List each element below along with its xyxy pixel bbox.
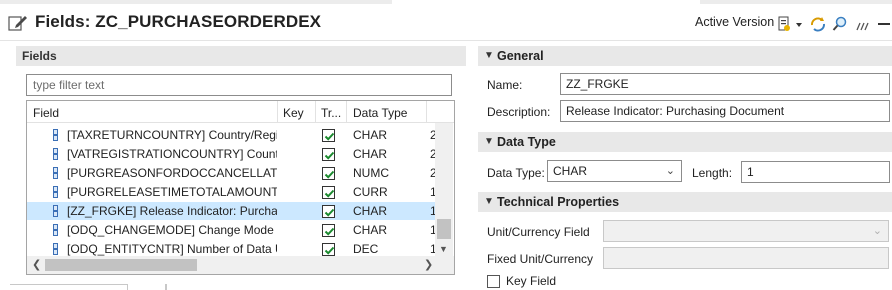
transient-checkbox[interactable]	[322, 129, 335, 142]
transient-checkbox[interactable]	[322, 205, 335, 218]
data-type-cell: DEC	[353, 242, 379, 256]
table-row[interactable]: [PURGRELEASETIMETOTALAMOUNT] To CURR 1	[27, 183, 437, 201]
data-type-cell: CHAR	[353, 223, 388, 237]
field-name-cell: [PURGRELEASETIMETOTALAMOUNT] To	[67, 185, 277, 199]
data-type-cell: CHAR	[353, 147, 388, 161]
transient-checkbox[interactable]	[322, 186, 335, 199]
activate-icon[interactable]	[776, 16, 792, 32]
scroll-right-icon[interactable]: ❯	[424, 258, 433, 271]
data-type-cell: NUMC	[353, 166, 389, 180]
key-field-checkbox[interactable]	[487, 275, 500, 288]
key-field-label: Key Field	[506, 274, 557, 288]
editor-title-bar: Fields: ZC_PURCHASEORDERDEX Active Versi…	[0, 4, 892, 40]
field-name-cell: [TAXRETURNCOUNTRY] Country/Regior	[67, 128, 277, 142]
fields-section-header: Fields	[16, 46, 466, 66]
collapse-general-icon[interactable]: ▼	[484, 50, 494, 61]
chevron-down-icon: ⌄	[872, 225, 882, 237]
length-label: Length:	[692, 166, 733, 180]
data-type-cell: CHAR	[353, 204, 388, 218]
chevron-down-icon[interactable]: ⌄	[666, 164, 675, 177]
more-icon[interactable]	[854, 16, 870, 32]
minimize-icon[interactable]	[876, 16, 892, 32]
dropdown-icon[interactable]	[794, 16, 804, 32]
horizontal-scroll-thumb[interactable]	[45, 259, 197, 271]
scroll-left-icon[interactable]: ❮	[32, 258, 41, 271]
scroll-down-icon[interactable]: ▼	[439, 244, 448, 254]
name-label: Name:	[487, 78, 523, 92]
length-field[interactable]: 1	[741, 161, 890, 183]
description-field[interactable]: Release Indicator: Purchasing Document	[560, 100, 890, 122]
name-field[interactable]: ZZ_FRGKE	[560, 73, 890, 95]
bottom-tab[interactable]	[10, 284, 128, 290]
field-icon	[53, 224, 58, 236]
table-row[interactable]: [TAXRETURNCOUNTRY] Country/Regior CHAR 2	[27, 126, 437, 144]
vertical-scroll-thumb[interactable]	[437, 219, 451, 239]
table-header: Field Key Tr... Data Type	[27, 101, 454, 123]
edit-fields-icon	[8, 16, 27, 31]
column-header-field[interactable]: Field	[33, 106, 59, 120]
field-icon	[53, 129, 58, 141]
description-label: Description:	[487, 105, 551, 119]
technical-section-header[interactable]: ▼ Technical Properties	[478, 192, 892, 212]
transient-checkbox[interactable]	[322, 243, 335, 256]
field-icon	[53, 148, 58, 160]
field-icon	[53, 186, 58, 198]
fields-section-title: Fields	[22, 49, 57, 63]
table-row[interactable]: [PURGREASONFORDOCCANCELLATION NUMC 2	[27, 164, 437, 182]
data-type-cell: CHAR	[353, 128, 388, 142]
transient-checkbox[interactable]	[322, 148, 335, 161]
data-type-cell: CURR	[353, 185, 388, 199]
fields-table: Field Key Tr... Data Type [TAXRETURNCOUN…	[26, 100, 455, 275]
title-separator	[0, 40, 892, 41]
transient-checkbox[interactable]	[322, 224, 335, 237]
horizontal-scrollbar[interactable]: ❮ ❯	[27, 256, 454, 274]
transient-checkbox[interactable]	[322, 167, 335, 180]
field-icon	[53, 205, 58, 217]
fixed-unit-label: Fixed Unit/Currency	[487, 252, 594, 266]
field-name-cell: [PURGREASONFORDOCCANCELLATION	[67, 166, 277, 180]
table-row[interactable]: [ZZ_FRGKE] Release Indicator: Purchasir C…	[27, 202, 437, 220]
data-type-label: Data Type:	[487, 166, 545, 180]
field-name-cell: [ZZ_FRGKE] Release Indicator: Purchasir	[67, 204, 277, 218]
table-row[interactable]: [VATREGISTRATIONCOUNTRY] Country/CHAR 2	[27, 145, 437, 163]
collapse-data-type-icon[interactable]: ▼	[484, 136, 494, 147]
refresh-icon[interactable]	[810, 16, 826, 32]
vertical-scrollbar[interactable]: ▼	[435, 123, 453, 256]
column-header-transient[interactable]: Tr...	[321, 106, 341, 120]
fixed-unit-field	[603, 247, 889, 269]
data-type-value: CHAR	[553, 164, 588, 178]
general-section-header[interactable]: ▼ General	[478, 46, 892, 66]
data-type-dropdown[interactable]: CHAR ⌄	[547, 160, 682, 182]
filter-input[interactable]	[26, 74, 452, 96]
active-version-label: Active Version	[695, 15, 775, 29]
field-name-cell: [ODQ_ENTITYCNTR] Number of Data Ur	[67, 242, 277, 256]
field-icon	[53, 167, 58, 179]
table-row[interactable]: [ODQ_CHANGEMODE] Change Mode fc CHAR 1	[27, 221, 437, 239]
general-section-title: General	[497, 49, 544, 63]
collapse-technical-icon[interactable]: ▼	[484, 196, 494, 207]
technical-section-title: Technical Properties	[497, 195, 620, 209]
bottom-divider	[165, 284, 167, 290]
field-name-cell: [VATREGISTRATIONCOUNTRY] Country/	[67, 147, 277, 161]
unit-currency-label: Unit/Currency Field	[487, 225, 590, 239]
column-header-key[interactable]: Key	[283, 106, 304, 120]
field-name-cell: [ODQ_CHANGEMODE] Change Mode fc	[67, 223, 277, 237]
data-type-section-header[interactable]: ▼ Data Type	[478, 132, 892, 152]
field-icon	[53, 243, 58, 255]
data-type-section-title: Data Type	[497, 135, 556, 149]
find-icon[interactable]	[832, 16, 848, 32]
unit-currency-dropdown: ⌄	[603, 220, 889, 242]
column-header-data-type[interactable]: Data Type	[353, 106, 407, 120]
page-title: Fields: ZC_PURCHASEORDERDEX	[35, 12, 322, 31]
